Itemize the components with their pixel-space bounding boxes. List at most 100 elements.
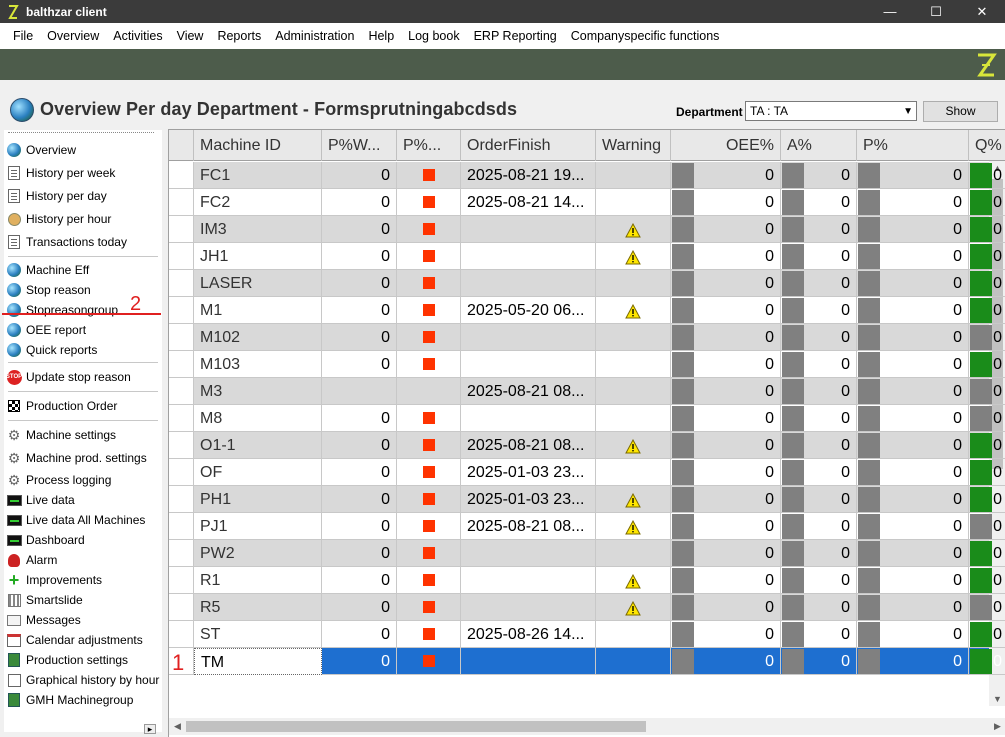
table-row[interactable]: PW2 0 0 0 0 0 [169,540,1005,567]
sidebar-item-transactions-today[interactable]: Transactions today [6,232,127,252]
sidebar-item-messages[interactable]: Messages [6,610,81,630]
sidebar-item-machine-prod-settings[interactable]: ⚙ Machine prod. settings [6,448,147,468]
globe-icon [10,98,34,122]
scroll-down-icon[interactable]: ▼ [989,692,1005,706]
value-bar [672,190,694,215]
menu-help[interactable]: Help [361,23,401,49]
sidebar-item-alarm[interactable]: Alarm [6,550,57,570]
sidebar-item-calendar-adjustments[interactable]: Calendar adjustments [6,630,143,650]
table-row[interactable]: FC2 0 2025-08-21 14... 0 0 0 0 [169,189,1005,216]
close-button[interactable]: ✕ [959,0,1005,23]
cell-text: IM3 [200,221,227,238]
horizontal-scrollbar[interactable]: ◀ ▶ [169,718,1005,735]
scroll-thumb[interactable] [186,721,646,732]
table-row[interactable]: M8 0 0 0 0 0 [169,405,1005,432]
sidebar-item-improvements[interactable]: + Improvements [6,570,102,590]
column-header-warning[interactable]: Warning [596,130,671,161]
warning-cell [596,405,671,432]
sidebar-item-label: Graphical history by hour [26,673,160,687]
menu-erp-reporting[interactable]: ERP Reporting [467,23,564,49]
sidebar-item-production-settings[interactable]: Production settings [6,650,128,670]
scroll-left-icon[interactable]: ◀ [169,718,186,735]
table-row[interactable]: PH1 0 2025-01-03 23... 0 0 0 0 [169,486,1005,513]
warning-cell [596,243,671,270]
sidebar-item-process-logging[interactable]: ⚙ Process logging [6,470,112,490]
menu-companyspecific[interactable]: Companyspecific functions [564,23,727,49]
menu-overview[interactable]: Overview [40,23,106,49]
warning-triangle-icon [625,491,641,508]
scroll-right-icon[interactable]: ▶ [989,718,1005,735]
sidebar-item-dashboard[interactable]: Dashboard [6,530,85,550]
sidebar-item-machine-eff[interactable]: Machine Eff [6,260,89,280]
sidebar-item-update-stop-reason[interactable]: STOP Update stop reason [6,367,131,387]
column-header-machine-id[interactable]: Machine ID [194,130,322,161]
table-row[interactable]: M102 0 0 0 0 0 [169,324,1005,351]
sidebar-collapse-button[interactable]: ▸ [144,724,156,734]
value-bar [970,433,992,458]
sidebar-item-graphical-history-by-hour[interactable]: Graphical history by hour [6,670,159,690]
sidebar-item-live-data-all-machines[interactable]: Live data All Machines [6,510,145,530]
menu-log-book[interactable]: Log book [401,23,466,49]
table-row[interactable]: M1 0 2025-05-20 06... 0 0 0 0 [169,297,1005,324]
sidebar-item-stopreasongroup[interactable]: Stopreasongroup [6,300,118,320]
column-header-p-status[interactable]: P%... [397,130,461,161]
sidebar-item-label: Smartslide [26,593,83,607]
sidebar-item-smartslide[interactable]: Smartslide [6,590,83,610]
value-bar [970,325,992,350]
table-row[interactable]: FC1 0 2025-08-21 19... 0 0 0 0 [169,162,1005,189]
sidebar-item-history-per-hour[interactable]: History per hour [6,209,111,229]
cell-text: 0 [841,545,850,562]
cell-finish [461,324,596,351]
sidebar-item-overview[interactable]: Overview [6,140,76,160]
warning-cell [596,189,671,216]
sidebar-item-history-per-week[interactable]: History per week [6,163,115,183]
table-row[interactable]: TM 0 0 0 0 0 [169,648,1005,675]
sidebar-item-history-per-day[interactable]: History per day [6,186,107,206]
column-header-a[interactable]: A% [781,130,857,161]
table-row[interactable]: IM3 0 0 0 0 0 [169,216,1005,243]
sidebar-item-stop-reason[interactable]: Stop reason [6,280,91,300]
sidebar-item-quick-reports[interactable]: Quick reports [6,340,97,360]
department-select[interactable]: TA : TA ▼ [745,101,917,121]
menu-file[interactable]: File [6,23,40,49]
table-row[interactable]: LASER 0 0 0 0 0 [169,270,1005,297]
maximize-button[interactable]: ☐ [913,0,959,23]
table-row[interactable]: R5 0 0 0 0 0 [169,594,1005,621]
table-row[interactable]: JH1 0 0 0 0 0 [169,243,1005,270]
cell-q: 0 [969,648,1005,675]
menu-activities[interactable]: Activities [106,23,169,49]
sidebar-item-machine-settings[interactable]: ⚙ Machine settings [6,425,116,445]
sidebar-item-live-data[interactable]: Live data [6,490,75,510]
status-red-square-icon [423,547,435,559]
minimize-button[interactable]: — [867,0,913,23]
table-row[interactable]: M103 0 0 0 0 0 [169,351,1005,378]
menu-reports[interactable]: Reports [210,23,268,49]
status-cell [397,648,461,675]
cell-text: 0 [765,491,774,508]
cell-text: 0 [765,275,774,292]
value-bar [858,460,880,485]
table-row[interactable]: R1 0 0 0 0 0 [169,567,1005,594]
column-header-order-finish[interactable]: OrderFinish [461,130,596,161]
table-row[interactable]: M3 2025-08-21 08... 0 0 0 0 [169,378,1005,405]
column-header-p-w[interactable]: P%W... [322,130,397,161]
cell-q: 0 [969,324,1005,351]
sidebar-item-oee-report[interactable]: OEE report [6,320,86,340]
row-header-cell [169,567,194,594]
table-row[interactable]: OF 0 2025-01-03 23... 0 0 0 0 [169,459,1005,486]
sidebar-item-gmh-machinegroup[interactable]: GMH Machinegroup [6,690,133,710]
menu-administration[interactable]: Administration [268,23,361,49]
table-row[interactable]: ST 0 2025-08-26 14... 0 0 0 0 [169,621,1005,648]
sidebar-item-production-order[interactable]: Production Order [6,396,117,416]
menu-view[interactable]: View [170,23,211,49]
table-row[interactable]: PJ1 0 2025-08-21 08... 0 0 0 0 [169,513,1005,540]
table-row[interactable]: O1-1 0 2025-08-21 08... 0 0 0 0 [169,432,1005,459]
column-header-oee[interactable]: OEE% [671,130,781,161]
cell-p: 0 [857,621,969,648]
column-header-q[interactable]: Q% [969,130,1005,161]
cell-text: 0 [841,518,850,535]
value-bar [782,568,804,593]
show-button[interactable]: Show [923,101,998,122]
column-header-p[interactable]: P% [857,130,969,161]
cell-oee: 0 [671,378,781,405]
